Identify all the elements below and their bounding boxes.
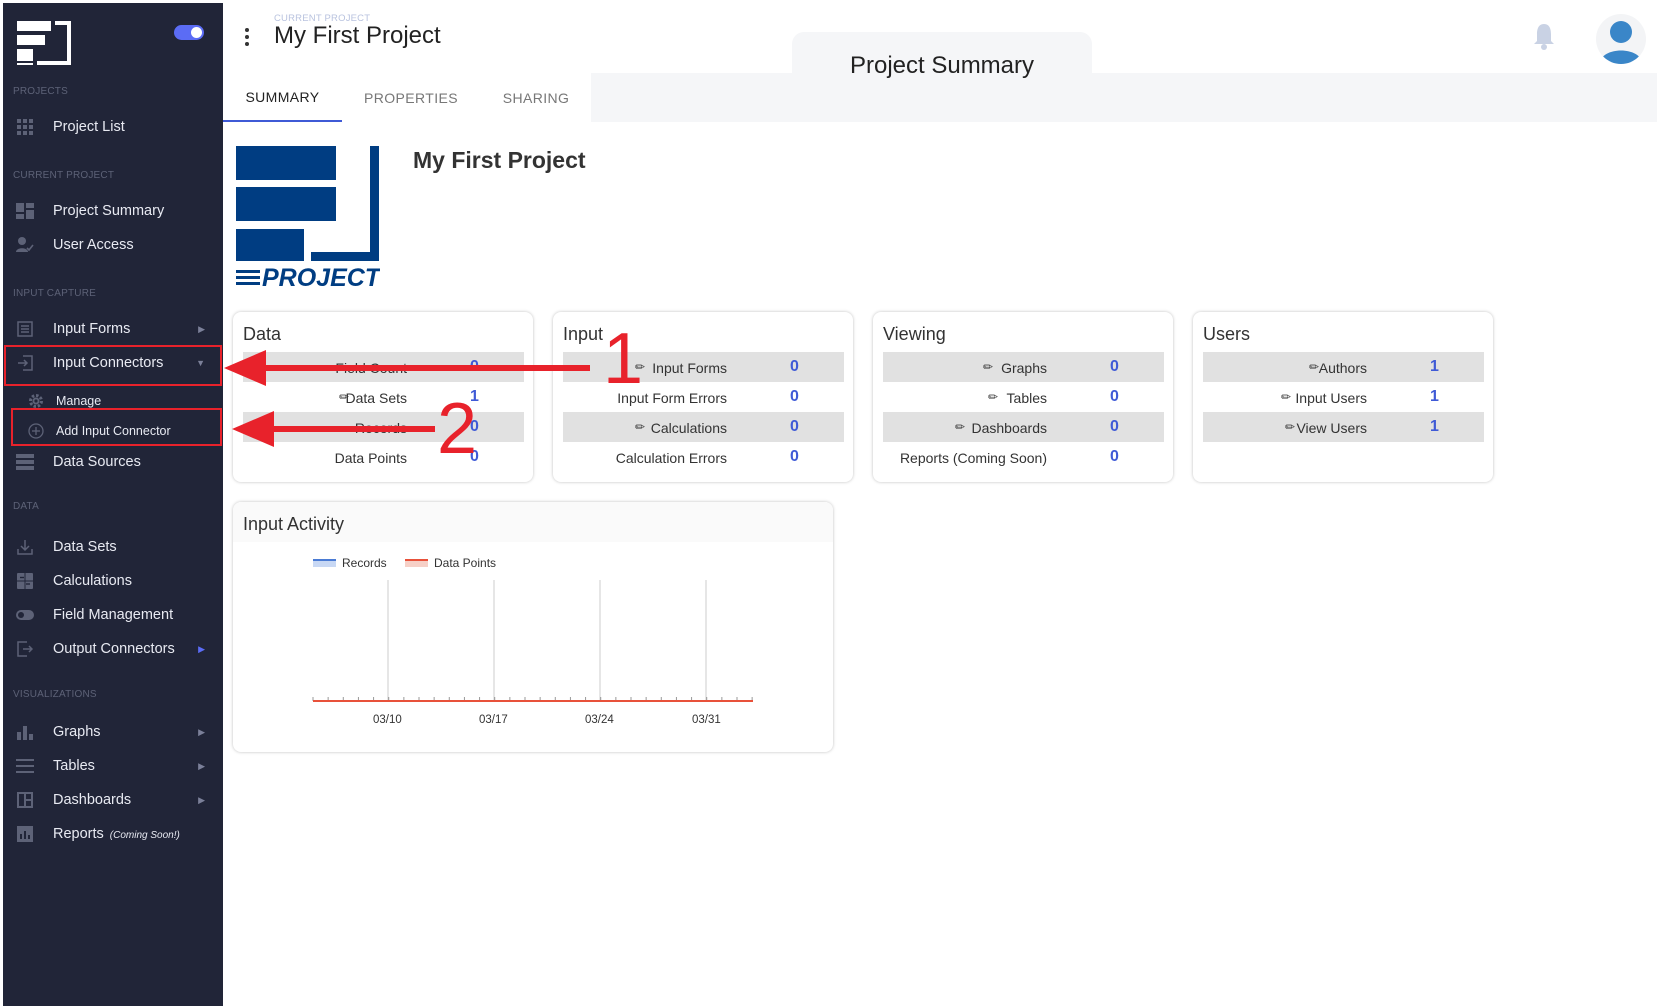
annotation-number-1: 1 [603,319,644,399]
annotation-arrow-1 [224,350,590,386]
annotation-arrows [224,350,590,447]
annotation-arrow-2 [232,411,435,447]
annotation-number-2: 2 [437,389,478,469]
